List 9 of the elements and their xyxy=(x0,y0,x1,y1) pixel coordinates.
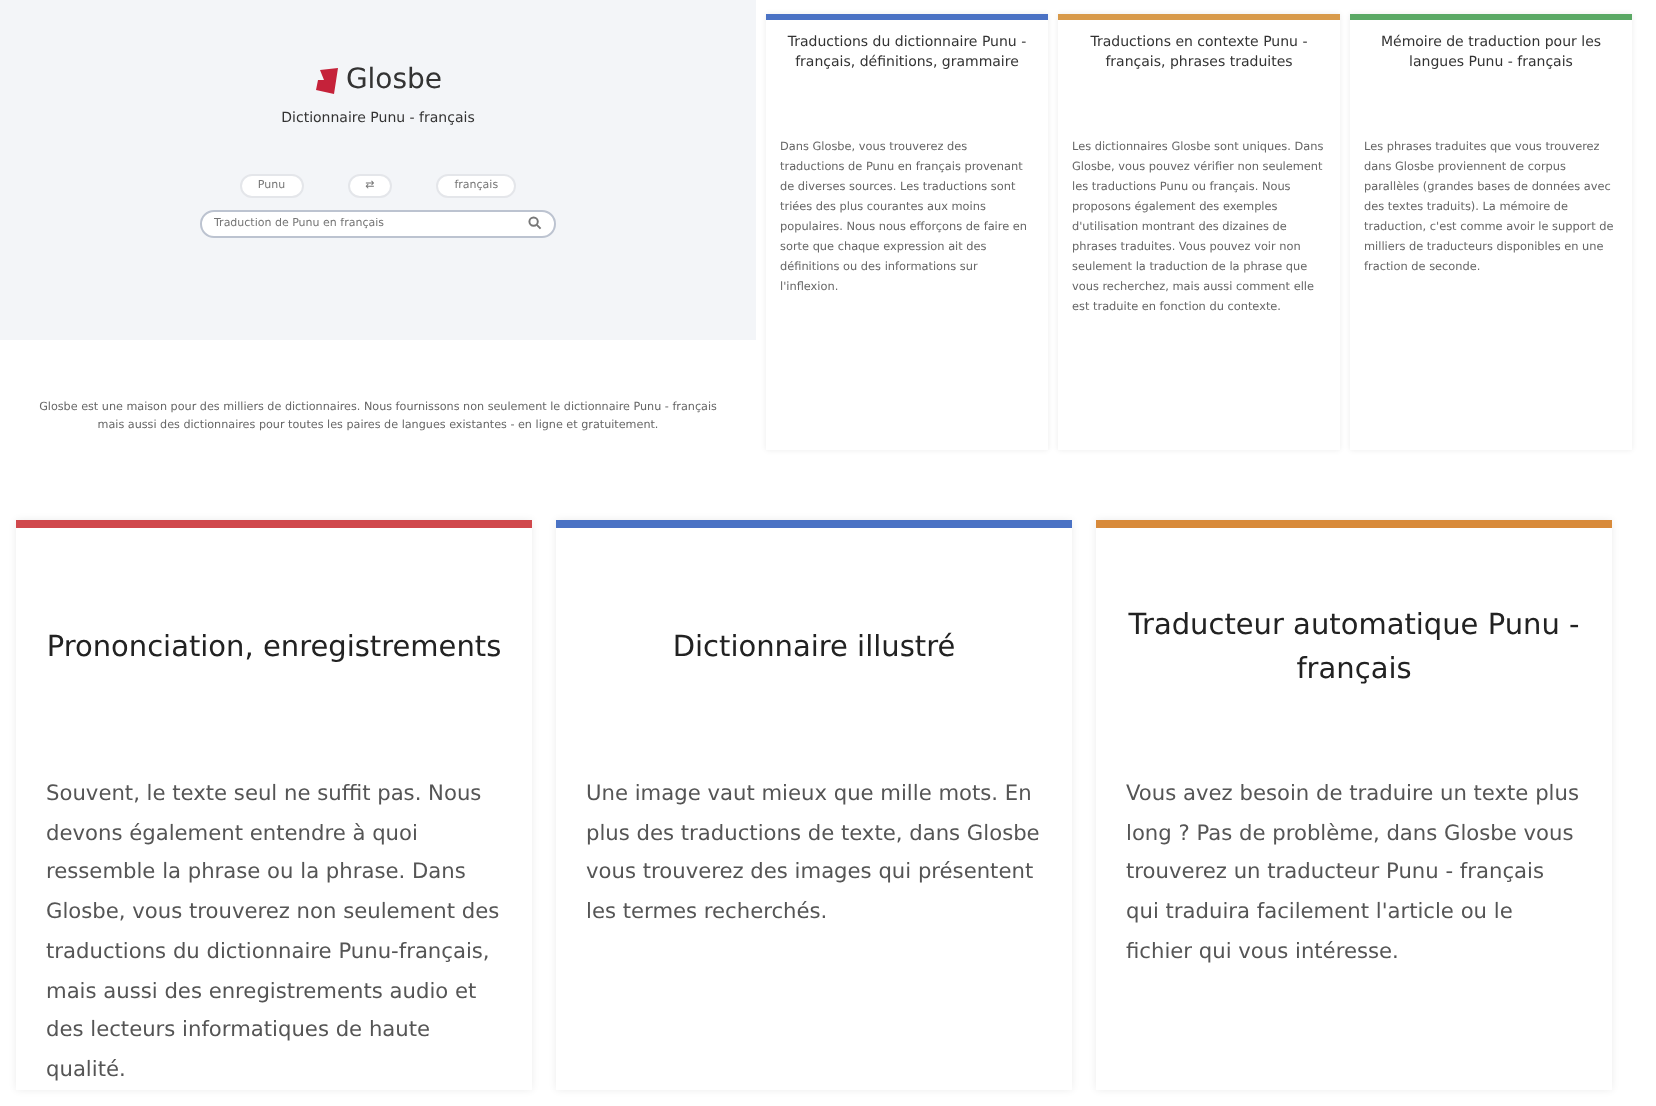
logo-text[interactable]: Glosbe xyxy=(345,60,443,102)
logo-icon xyxy=(313,67,340,95)
card-title: Dictionnaire illustré xyxy=(672,630,956,669)
search-icon[interactable] xyxy=(528,215,542,230)
card-text: Une image vaut mieux que mille mots. En plus des traductions de texte, dans Glosbe vous trouverez des images qui présentent les termes recherchés. xyxy=(586,780,1042,929)
card-text: Souvent, le texte seul ne suffit pas. Nous devons également entendre à quoi ressemble la phrase ou la phrase. Dans Glosbe, vous trouverez non seulement des traductions du dictionnaire Punu-français, mais aussi des enregistrements audio et des lecteurs informatiques de haute qualité. xyxy=(46,780,502,1086)
card-text: Vous avez besoin de traduire un texte plus long ? Pas de problème, dans Glosbe vous trouverez un traducteur Punu - français qui traduira facilement l'article ou le fichier qui vous intéresse. xyxy=(1126,780,1581,968)
card-title: Prononciation, enregistrements xyxy=(46,630,502,669)
card-title: Traducteur automatique Punu - français xyxy=(1126,608,1582,690)
